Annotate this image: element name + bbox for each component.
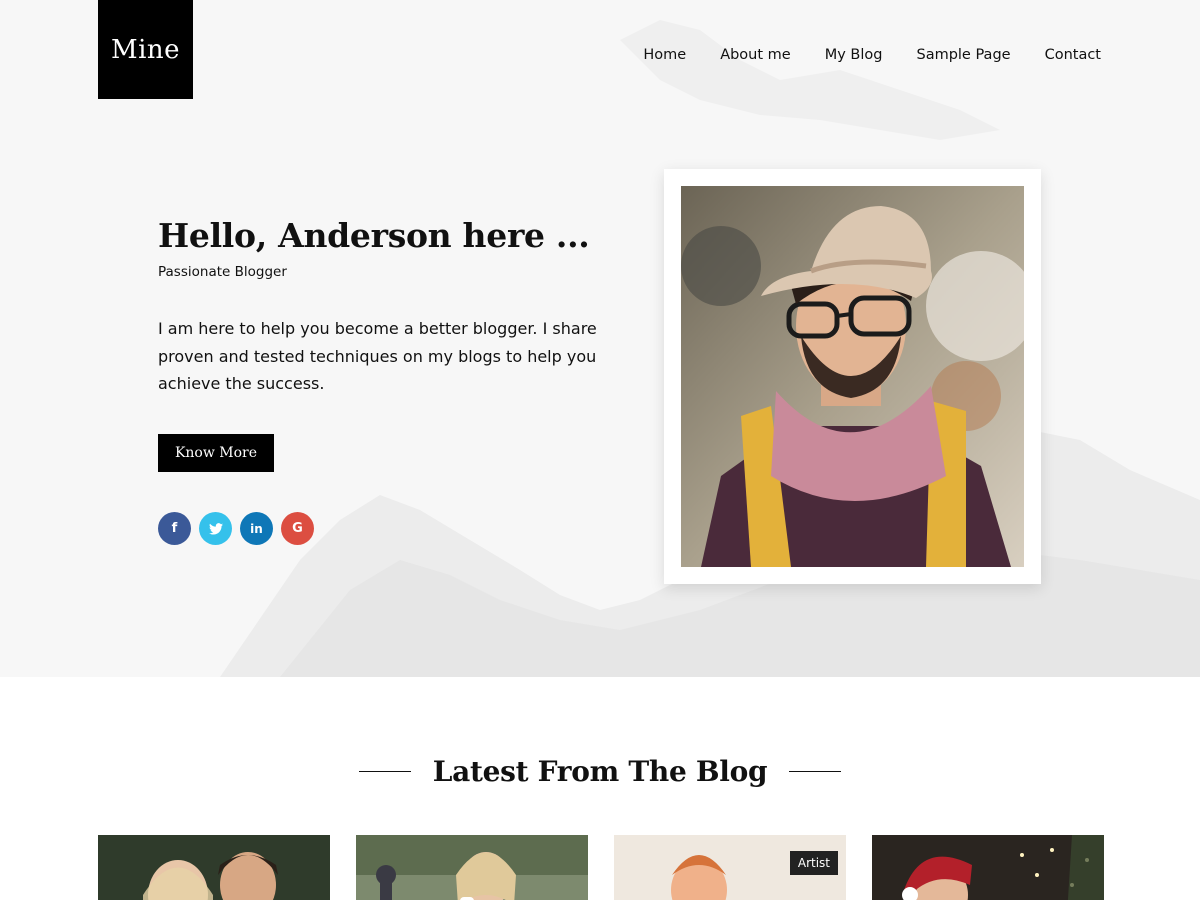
site-logo-text: Mine bbox=[110, 34, 181, 65]
nav-item-about-me[interactable]: About me bbox=[720, 47, 791, 63]
category-badge[interactable]: Artist bbox=[789, 851, 838, 875]
social-links: f in G bbox=[158, 512, 314, 545]
twitter-icon[interactable] bbox=[199, 512, 232, 545]
profile-photo bbox=[681, 186, 1024, 567]
nav-item-contact[interactable]: Contact bbox=[1045, 47, 1101, 63]
facebook-icon[interactable]: f bbox=[158, 512, 191, 545]
nav-item-home[interactable]: Home bbox=[643, 47, 686, 63]
blog-card-image bbox=[98, 835, 330, 900]
blog-cards: Artist bbox=[98, 835, 1104, 900]
blog-card[interactable] bbox=[98, 835, 330, 900]
hero-greeting: Hello, Anderson here ... bbox=[158, 216, 590, 255]
blog-card[interactable]: Artist bbox=[614, 835, 846, 900]
hero-intro: I am here to help you become a better bl… bbox=[158, 319, 597, 393]
linkedin-glyph: in bbox=[250, 521, 263, 536]
heading-divider-right bbox=[789, 771, 842, 772]
blog-section-heading: Latest From The Blog bbox=[0, 755, 1200, 788]
blog-card[interactable] bbox=[356, 835, 588, 900]
nav-item-sample-page[interactable]: Sample Page bbox=[916, 47, 1010, 63]
google-glyph: G bbox=[292, 521, 303, 536]
blog-card-image bbox=[356, 835, 588, 900]
linkedin-icon[interactable]: in bbox=[240, 512, 273, 545]
heading-divider-left bbox=[358, 771, 411, 772]
know-more-button[interactable]: Know More bbox=[158, 434, 274, 472]
nav-item-my-blog[interactable]: My Blog bbox=[825, 47, 883, 63]
blog-section-title: Latest From The Blog bbox=[432, 755, 768, 788]
google-plus-icon[interactable]: G bbox=[281, 512, 314, 545]
blog-card[interactable] bbox=[872, 835, 1104, 900]
facebook-glyph: f bbox=[171, 521, 178, 536]
hero-section: Mine Home About me My Blog Sample Page C… bbox=[0, 0, 1200, 677]
twitter-bird-glyph bbox=[208, 522, 223, 535]
profile-photo-frame bbox=[664, 169, 1041, 584]
main-nav: Home About me My Blog Sample Page Contac… bbox=[643, 47, 1101, 63]
site-logo[interactable]: Mine bbox=[98, 0, 193, 99]
blog-card-image bbox=[872, 835, 1104, 900]
hero-subtitle: Passionate Blogger bbox=[158, 264, 287, 280]
